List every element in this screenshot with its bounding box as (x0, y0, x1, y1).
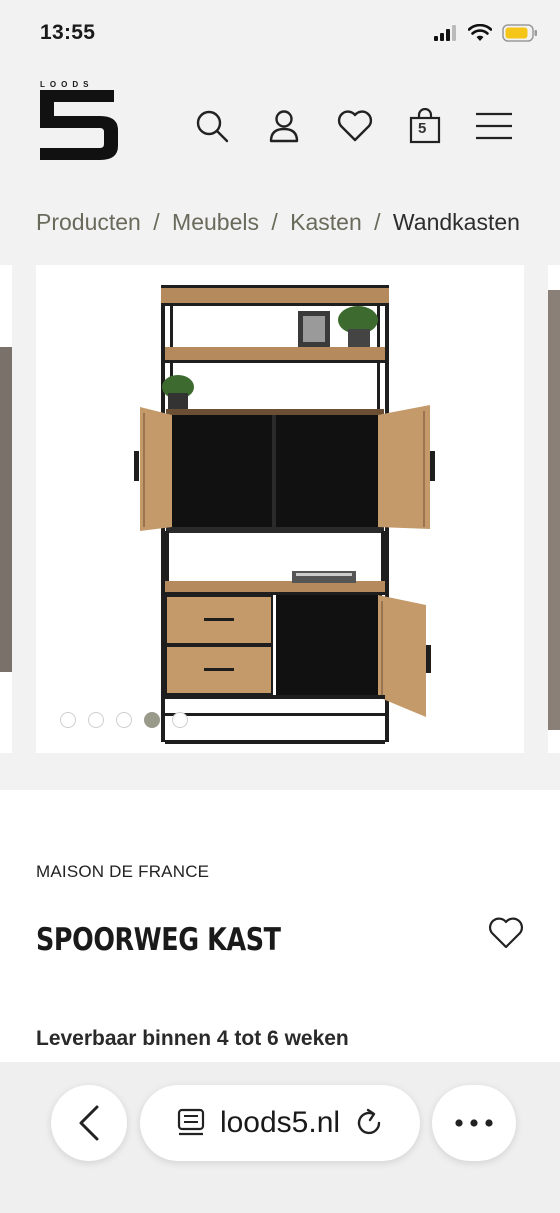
cart-count: 5 (418, 120, 427, 137)
product-gallery[interactable] (0, 265, 560, 755)
breadcrumb: Producten / Meubels / Kasten / Wandkaste… (36, 209, 520, 236)
loods5-logo[interactable]: LOODS (38, 80, 120, 162)
account-button[interactable] (262, 104, 306, 148)
breadcrumb-separator: / (153, 209, 160, 235)
menu-button[interactable] (472, 104, 516, 148)
url-text: loods5.nl (219, 1106, 341, 1139)
search-icon (196, 110, 229, 143)
menu-icon (476, 112, 512, 140)
browser-more-button[interactable] (432, 1085, 516, 1161)
breadcrumb-meubels[interactable]: Meubels (172, 209, 259, 235)
cart-button[interactable]: 5 (403, 104, 447, 148)
reload-icon[interactable] (354, 1108, 384, 1138)
reader-mode-icon[interactable] (176, 1108, 206, 1138)
gallery-slide-current[interactable] (36, 265, 524, 753)
status-time: 13:55 (40, 21, 96, 44)
signal-icon (434, 25, 456, 41)
delivery-time: Leverbaar binnen 4 tot 6 weken (36, 1027, 349, 1050)
gallery-dot[interactable] (172, 712, 188, 728)
gallery-slide-next[interactable] (548, 265, 560, 753)
breadcrumb-producten[interactable]: Producten (36, 209, 141, 235)
breadcrumb-separator: / (374, 209, 381, 235)
product-title: SPOORWEG KAST (36, 922, 281, 958)
browser-address-bar[interactable]: loods5.nl (140, 1085, 420, 1161)
status-icons (434, 24, 538, 42)
ellipsis-icon (455, 1119, 493, 1127)
wifi-icon (468, 24, 492, 41)
gallery-dot[interactable] (88, 712, 104, 728)
chevron-left-icon (79, 1105, 99, 1141)
header-icons: 5 (190, 104, 520, 148)
breadcrumb-current: Wandkasten (392, 209, 520, 235)
account-icon (269, 110, 299, 143)
heart-icon (489, 917, 523, 949)
gallery-dot[interactable] (116, 712, 132, 728)
product-brand[interactable]: MAISON DE FRANCE (36, 862, 209, 882)
search-button[interactable] (190, 104, 234, 148)
breadcrumb-kasten[interactable]: Kasten (290, 209, 362, 235)
gallery-slide-previous[interactable] (0, 265, 12, 753)
gallery-pagination (60, 712, 188, 728)
browser-back-button[interactable] (51, 1085, 127, 1161)
breadcrumb-separator: / (271, 209, 278, 235)
product-image-cabinet (134, 285, 435, 744)
logo-numeral (40, 90, 118, 160)
gallery-dot[interactable] (60, 712, 76, 728)
gallery-dot[interactable] (144, 712, 160, 728)
heart-icon (337, 110, 373, 142)
battery-icon (502, 24, 537, 42)
wishlist-button[interactable] (333, 104, 377, 148)
add-to-wishlist-button[interactable] (485, 912, 527, 954)
